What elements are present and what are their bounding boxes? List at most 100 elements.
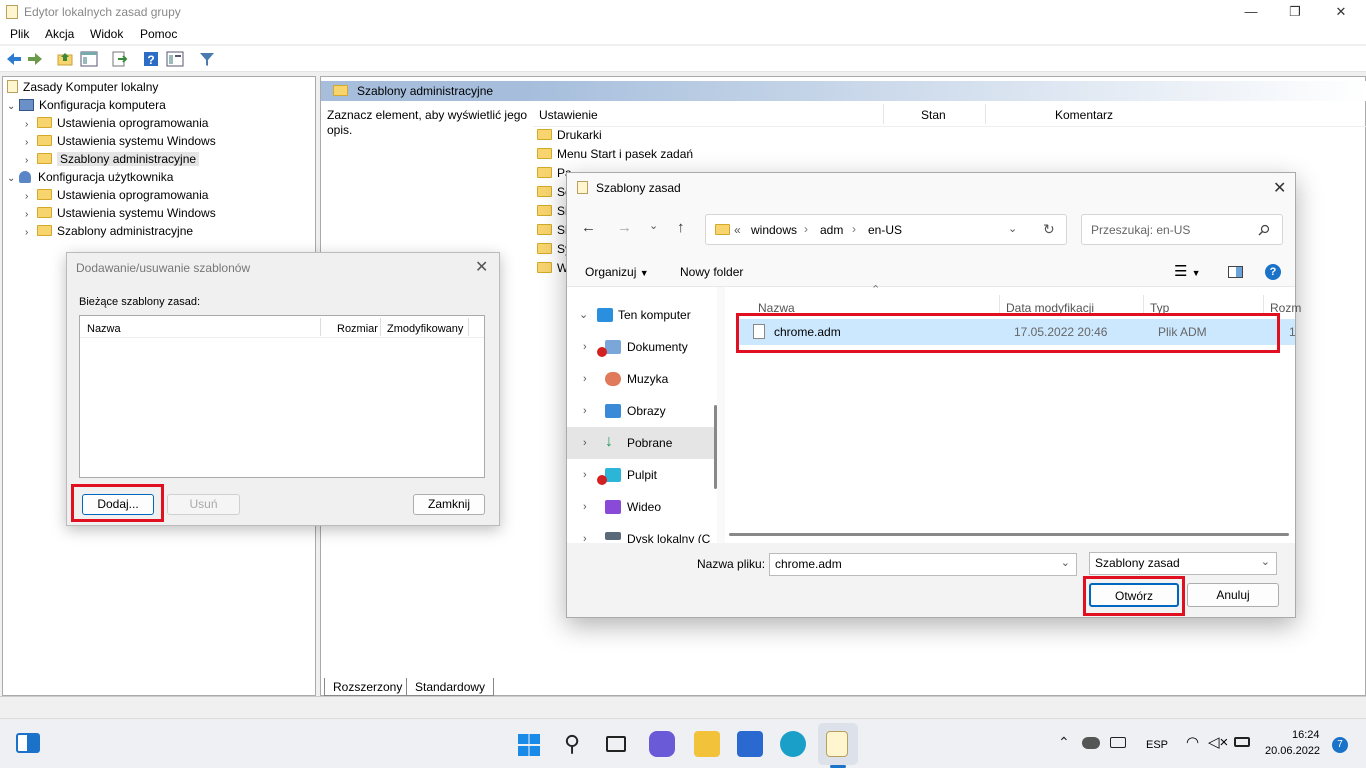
notification-badge[interactable]: 7 [1332,737,1348,753]
wifi-icon[interactable]: ◠ [1186,733,1199,751]
tree-item[interactable]: › Ustawienia oprogramowania [25,114,208,132]
cancel-button[interactable]: Anuluj [1187,583,1279,607]
forward-arrow-icon[interactable] [26,50,44,68]
nav-scrollbar[interactable] [714,405,717,489]
nav-this-pc[interactable]: ⌄ Ten komputer [567,299,715,331]
nav-documents[interactable]: › Dokumenty [567,331,715,363]
add-button[interactable]: Dodaj... [82,494,154,515]
properties-icon[interactable] [166,50,184,68]
group-policy-editor-icon[interactable] [826,731,848,757]
tree-item-selected[interactable]: › Szablony administracyjne [25,150,200,168]
column-ustawienie[interactable]: Ustawienie [539,108,598,122]
nav-video[interactable]: › Wideo [567,491,715,523]
tree-item[interactable]: › Ustawienia oprogramowania [25,186,208,204]
tree-item[interactable]: › Ustawienia systemu Windows [25,204,216,222]
filter-icon[interactable] [198,50,216,68]
battery-icon[interactable] [1234,737,1250,747]
filename-input[interactable]: chrome.adm ⌄ [769,553,1077,576]
breadcrumb-windows[interactable]: windows [751,223,797,237]
chevron-up-icon[interactable]: ⌃ [1058,734,1070,751]
chevron-right-icon[interactable]: › [583,395,587,427]
volume-muted-icon[interactable]: ◁× [1208,733,1228,751]
back-arrow-icon[interactable]: ← [581,219,596,236]
nav-downloads[interactable]: › ↓ Pobrane [567,427,715,459]
tree-user-config[interactable]: ⌄ Konfiguracja użytkownika [7,168,173,186]
view-options-icon[interactable]: ☰ ▼ [1174,262,1201,280]
tree-item[interactable]: › Szablony administracyjne [25,222,193,240]
menu-pomoc[interactable]: Pomoc [140,27,177,41]
tab-standardowy[interactable]: Standardowy [406,678,495,696]
column-rozmiar[interactable]: Rozmiar [337,323,378,335]
breadcrumb-adm[interactable]: adm [820,223,843,237]
close-dialog-button[interactable]: Zamknij [413,494,485,515]
chevron-down-icon[interactable]: ⌄ [1261,555,1270,570]
tree-computer-config[interactable]: ⌄ Konfiguracja komputera [7,96,166,114]
file-type-select[interactable]: Szablony zasad ⌄ [1089,552,1277,575]
file-explorer-icon[interactable] [694,731,720,757]
search-input[interactable]: Przeszukaj: en-US [1081,214,1283,245]
store-icon[interactable] [737,731,763,757]
nav-pictures[interactable]: › Obrazy [567,395,715,427]
up-arrow-icon[interactable]: ↑ [677,219,685,236]
expand-chevron-icon[interactable]: ⌄ [7,170,19,188]
refresh-icon[interactable]: ↻ [1043,221,1055,238]
tree-item[interactable]: › Ustawienia systemu Windows [25,132,216,150]
task-view-icon[interactable] [606,736,626,752]
chevron-right-icon[interactable]: › [583,491,587,523]
chat-icon[interactable] [649,731,675,757]
horizontal-scrollbar[interactable] [729,533,1289,536]
menu-akcja[interactable]: Akcja [45,27,74,41]
nav-local-disk[interactable]: › Dysk lokalny (C [567,523,715,543]
up-folder-icon[interactable] [56,50,74,68]
list-item[interactable]: Drukarki [537,128,602,142]
column-zmodyfikowany[interactable]: Zmodyfikowany [387,323,463,335]
list-item[interactable]: Menu Start i pasek zadań [537,147,693,161]
edge-icon[interactable] [780,731,806,757]
path-overflow[interactable]: « [734,223,741,237]
forward-arrow-icon[interactable]: → [617,219,632,236]
chevron-down-icon[interactable]: ⌄ [579,299,588,331]
nav-music[interactable]: › Muzyka [567,363,715,395]
column-komentarz[interactable]: Komentarz [1055,108,1113,122]
chevron-right-icon[interactable]: › [583,523,587,543]
export-list-icon[interactable] [110,50,128,68]
column-nazwa[interactable]: Nazwa [87,323,121,335]
search-icon[interactable] [1258,224,1270,236]
address-bar[interactable]: « windows › adm › en-US ⌄ ↻ [705,214,1067,245]
chevron-right-icon[interactable]: › [583,459,587,491]
templates-list[interactable]: Nazwa Rozmiar Zmodyfikowany [79,315,485,478]
show-hide-tree-icon[interactable] [80,50,98,68]
chevron-right-icon[interactable]: › [25,224,37,242]
expand-chevron-icon[interactable]: ⌄ [7,98,19,116]
language-indicator[interactable]: ESP [1146,739,1168,751]
tab-rozszerzony[interactable]: Rozszerzony [324,678,412,696]
help-icon[interactable]: ? [142,50,160,68]
start-icon[interactable] [518,734,540,756]
help-icon[interactable]: ? [1265,264,1281,280]
clock-date[interactable]: 20.06.2022 [1265,745,1320,757]
minimize-button[interactable]: — [1228,2,1274,22]
chevron-down-icon[interactable]: ⌄ [1061,556,1070,571]
onedrive-error-icon[interactable] [1082,737,1100,749]
chevron-right-icon[interactable]: › [583,363,587,395]
new-folder-button[interactable]: Nowy folder [680,265,743,279]
dialog-close-icon[interactable]: ✕ [1273,178,1286,198]
organize-button[interactable]: Organizuj ▼ [585,265,649,279]
close-button[interactable]: ✕ [1318,2,1364,22]
remove-button[interactable]: Usuń [167,494,240,515]
recent-locations-chevron-icon[interactable]: ⌄ [649,219,658,232]
keyboard-icon[interactable] [1110,737,1126,748]
menu-plik[interactable]: Plik [10,27,29,41]
dialog-close-icon[interactable]: ✕ [475,257,488,277]
chevron-right-icon[interactable]: › [583,427,587,459]
widgets-icon[interactable] [16,733,40,753]
open-button[interactable]: Otwórz [1089,583,1179,607]
maximize-button[interactable]: ❐ [1272,2,1318,22]
column-stan[interactable]: Stan [921,108,946,122]
menu-widok[interactable]: Widok [90,27,123,41]
chevron-right-icon[interactable]: › [583,331,587,363]
search-icon[interactable]: ⚲ [564,731,580,757]
list-item[interactable]: W [537,261,568,275]
address-dropdown-icon[interactable]: ⌄ [1008,222,1017,235]
clock-time[interactable]: 16:24 [1292,729,1320,741]
